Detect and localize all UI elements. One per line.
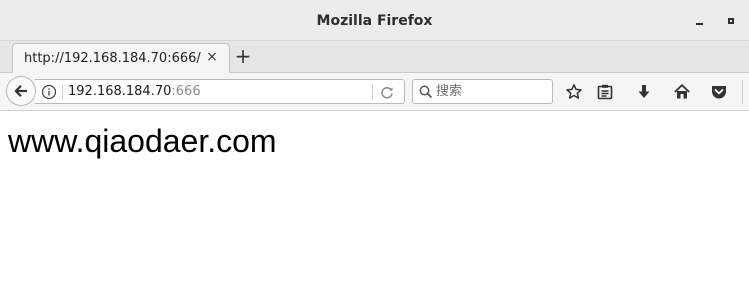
urlbar-separator xyxy=(62,85,63,99)
maximize-icon xyxy=(728,18,734,24)
pocket-button[interactable] xyxy=(708,81,730,103)
search-input[interactable] xyxy=(436,82,548,101)
reload-separator xyxy=(372,84,373,100)
url-host: 192.168.184.70 xyxy=(68,84,172,99)
tab-title: http://192.168.184.70:666/ xyxy=(24,51,201,66)
search-bar[interactable] xyxy=(412,79,553,104)
toolbar-separator xyxy=(742,80,743,104)
home-button[interactable] xyxy=(671,81,693,103)
url-bar[interactable]: 192.168.184.70:666 xyxy=(35,79,405,104)
tab-active[interactable]: http://192.168.184.70:666/ × xyxy=(12,43,230,74)
url-port: :666 xyxy=(171,84,201,99)
page-content: www.qiaodaer.com xyxy=(0,112,749,306)
search-icon xyxy=(419,85,433,99)
new-tab-button[interactable]: + xyxy=(233,46,253,66)
minimize-icon xyxy=(695,23,703,25)
download-button[interactable] xyxy=(633,81,655,103)
info-icon[interactable] xyxy=(41,84,57,100)
tab-strip: http://192.168.184.70:666/ × + xyxy=(0,41,749,74)
navigation-bar: 192.168.184.70:666 xyxy=(0,73,749,111)
page-heading: www.qiaodaer.com xyxy=(8,123,277,159)
title-bar: Mozilla Firefox xyxy=(0,0,749,41)
back-arrow-icon xyxy=(14,85,27,97)
library-icon xyxy=(597,84,613,100)
minimize-button[interactable] xyxy=(690,12,708,30)
star-icon xyxy=(566,84,582,99)
bookmark-button[interactable] xyxy=(563,81,585,103)
url-text[interactable]: 192.168.184.70:666 xyxy=(68,84,201,99)
home-icon xyxy=(674,84,690,99)
maximize-button[interactable] xyxy=(722,12,740,30)
browser-window: Mozilla Firefox http://192.168.184.70:66… xyxy=(0,0,749,306)
back-button[interactable] xyxy=(6,76,36,106)
pocket-icon xyxy=(712,86,726,99)
library-button[interactable] xyxy=(594,81,616,103)
tab-close-button[interactable]: × xyxy=(204,49,220,65)
window-title: Mozilla Firefox xyxy=(316,13,433,29)
download-icon xyxy=(638,85,650,98)
reload-icon[interactable] xyxy=(379,84,395,100)
